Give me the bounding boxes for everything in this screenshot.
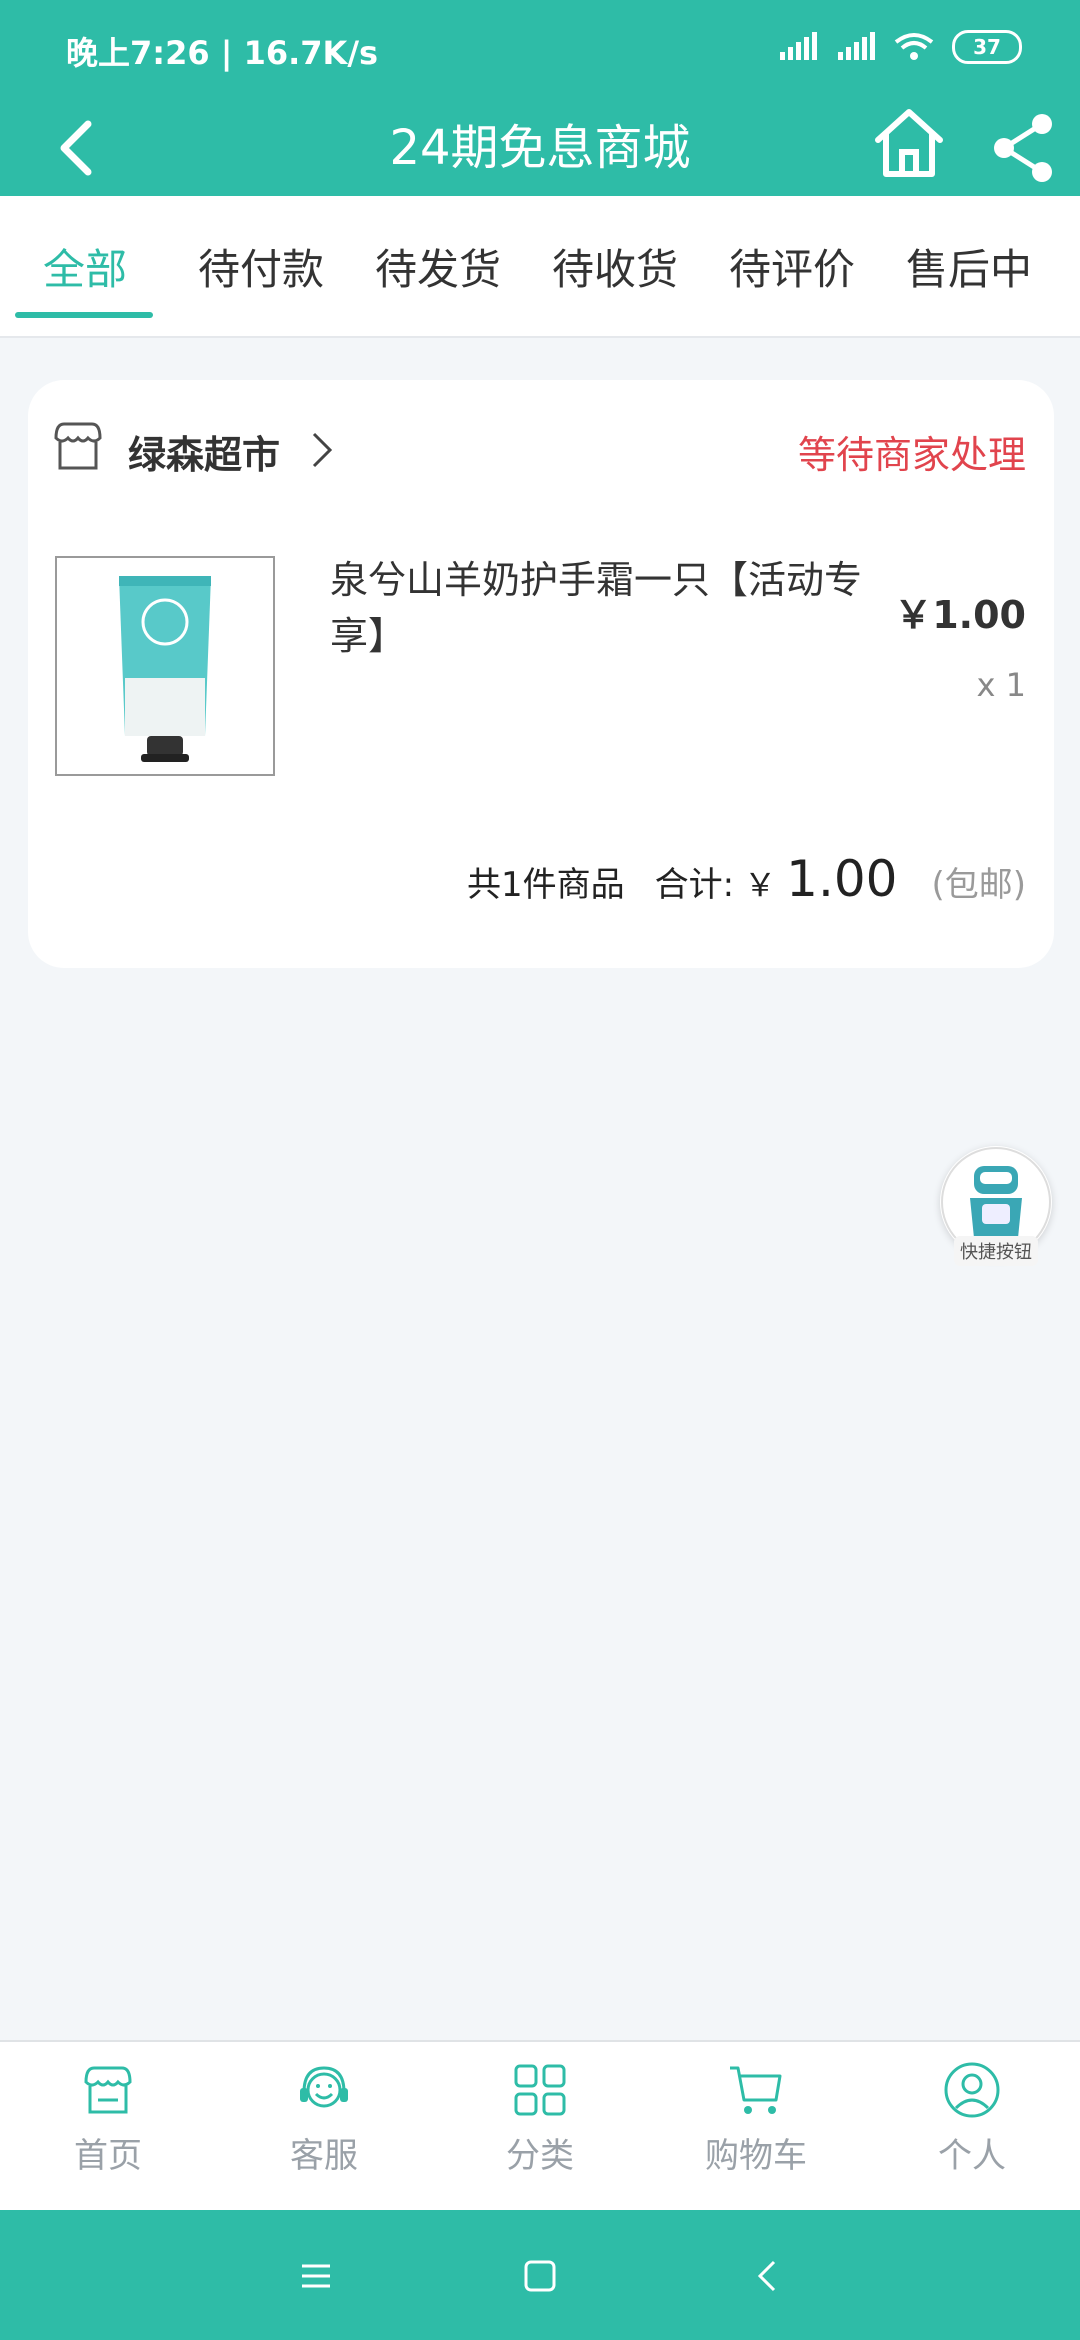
product-name[interactable]: 泉兮山羊奶护手霜一只【活动专享】 bbox=[330, 552, 890, 664]
order-summary: 共1件商品 合计: ￥ 1.00 (包邮) bbox=[467, 850, 1026, 908]
nav-service[interactable]: 客服 bbox=[216, 2042, 432, 2212]
nav-service-label: 客服 bbox=[290, 2136, 358, 2176]
shop-icon bbox=[54, 422, 102, 470]
total-amount: 1.00 bbox=[786, 850, 898, 908]
app-bar: 24期免息商城 bbox=[0, 100, 1080, 196]
system-back-icon[interactable] bbox=[740, 2248, 796, 2304]
product-image[interactable] bbox=[55, 556, 275, 776]
status-icons: 37 bbox=[778, 30, 1022, 64]
tab-pending-review[interactable]: 待评价 bbox=[707, 196, 877, 336]
total-label: 合计: bbox=[654, 865, 735, 905]
chevron-right-icon[interactable] bbox=[306, 430, 338, 470]
quick-button-label: 快捷按钮 bbox=[954, 1236, 1038, 1266]
nav-category-label: 分类 bbox=[506, 2136, 574, 2176]
user-icon bbox=[944, 2062, 1000, 2118]
nav-cart[interactable]: 购物车 bbox=[648, 2042, 864, 2212]
nav-home-label: 首页 bbox=[74, 2136, 142, 2176]
nav-profile[interactable]: 个人 bbox=[864, 2042, 1080, 2212]
share-icon[interactable] bbox=[990, 108, 1060, 188]
wifi-icon bbox=[894, 33, 934, 60]
tab-pending-receipt[interactable]: 待收货 bbox=[530, 196, 700, 336]
battery-indicator: 37 bbox=[952, 30, 1022, 64]
headset-icon bbox=[300, 2066, 348, 2108]
order-status: 等待商家处理 bbox=[797, 433, 1026, 477]
product-price: ￥1.00 bbox=[894, 593, 1026, 637]
square-home-icon[interactable] bbox=[512, 2248, 568, 2304]
nav-profile-label: 个人 bbox=[938, 2136, 1006, 2176]
store-icon bbox=[84, 2066, 132, 2114]
status-time: 晚上7:26 | 16.7K/s bbox=[66, 34, 379, 72]
tab-pending-payment[interactable]: 待付款 bbox=[176, 196, 346, 336]
signal-icon bbox=[780, 32, 817, 60]
tab-after-sales[interactable]: 售后中 bbox=[884, 196, 1054, 336]
cart-icon bbox=[730, 2066, 782, 2114]
order-tabs: 全部 待付款 待发货 待收货 待评价 售后中 bbox=[0, 196, 1080, 338]
product-quantity: x 1 bbox=[976, 666, 1026, 704]
currency-symbol: ￥ bbox=[744, 866, 777, 904]
nav-home[interactable]: 首页 bbox=[0, 2042, 216, 2212]
home-icon[interactable] bbox=[866, 100, 952, 186]
grid-icon bbox=[514, 2064, 566, 2116]
nav-cart-label: 购物车 bbox=[705, 2136, 807, 2176]
active-tab-indicator bbox=[15, 312, 153, 318]
bottom-nav: 首页 客服 分类 购物车 个人 bbox=[0, 2040, 1080, 2212]
status-bar: 晚上7:26 | 16.7K/s 37 bbox=[0, 0, 1080, 100]
order-card[interactable]: 绿森超市 等待商家处理 泉兮山羊奶护手霜一只【活动专享】 ￥1.00 x 1 共… bbox=[28, 380, 1054, 968]
back-icon[interactable] bbox=[48, 108, 128, 188]
signal-icon-2 bbox=[838, 32, 875, 60]
nav-category[interactable]: 分类 bbox=[432, 2042, 648, 2212]
system-nav-bar bbox=[0, 2210, 1080, 2340]
shipping-note: (包邮) bbox=[931, 865, 1026, 905]
shop-name[interactable]: 绿森超市 bbox=[128, 424, 280, 479]
tab-pending-shipment[interactable]: 待发货 bbox=[353, 196, 523, 336]
item-count: 共1件商品 bbox=[467, 865, 625, 905]
menu-icon[interactable] bbox=[288, 2248, 344, 2304]
